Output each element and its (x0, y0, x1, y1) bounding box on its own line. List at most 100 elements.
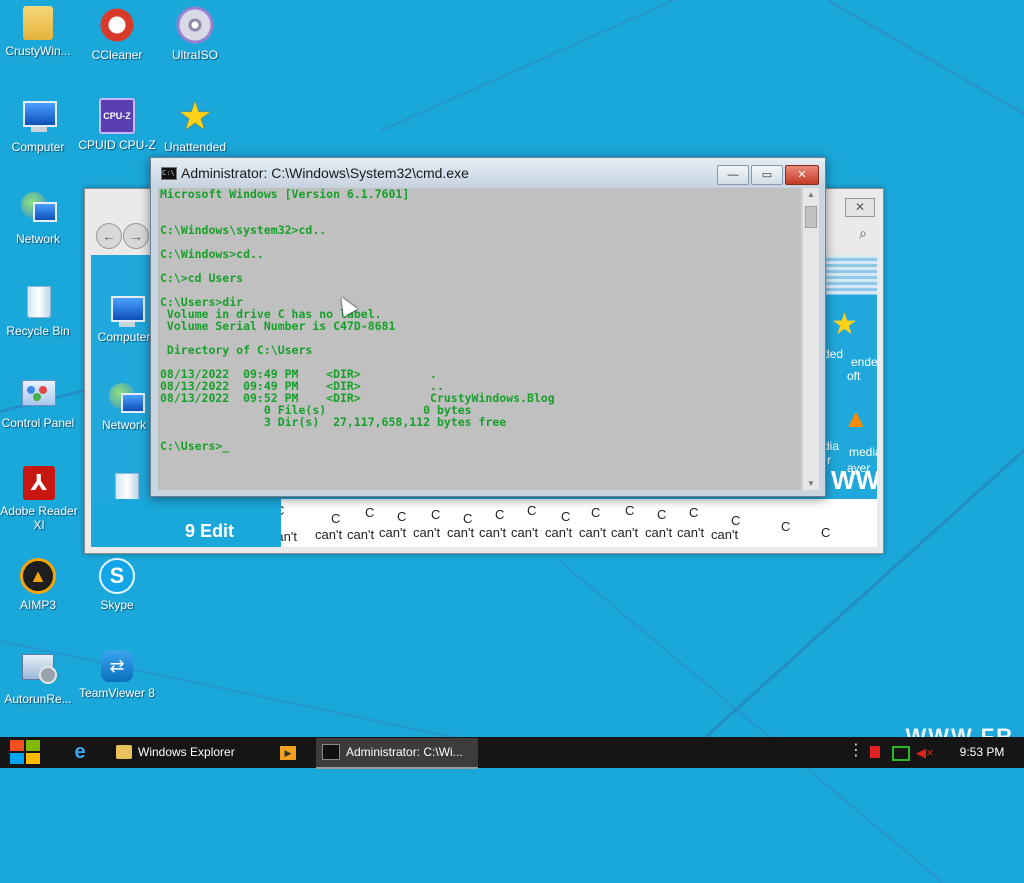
taskbar: e Windows Explorer ▶ Administrator: C:\W… (0, 737, 1024, 768)
console-output[interactable]: Microsoft Windows [Version 6.1.7601] C:\… (158, 188, 801, 490)
glitch-text: can't (579, 525, 606, 540)
desktop-icon-label: AIMP3 (0, 598, 79, 612)
desktop-icon-ccleaner[interactable]: CCleaner (76, 6, 158, 62)
desktop-icon-teamviewer[interactable]: ⇄ TeamViewer 8 (76, 650, 158, 700)
glitch-text: C (463, 511, 472, 526)
cmd-icon (322, 744, 340, 760)
glitch-text: can't (379, 525, 406, 540)
explorer-icon-label: ded (823, 347, 843, 361)
tray-overflow-icon[interactable]: ⋮ (848, 743, 864, 759)
forward-button[interactable]: → (123, 223, 149, 249)
glitch-text: can't (677, 525, 704, 540)
scroll-up-icon[interactable]: ▲ (803, 190, 819, 199)
desktop-icon-adobe-reader[interactable]: ⅄ Adobe Reader XI (0, 466, 81, 532)
network-tray-icon[interactable] (892, 746, 910, 761)
internet-explorer-icon[interactable]: e (68, 738, 92, 767)
minimize-button[interactable]: — (717, 165, 749, 185)
desktop-icon-label: CrustyWin... (0, 44, 79, 58)
maximize-button[interactable]: ▭ (751, 165, 783, 185)
desktop-icon-label: CCleaner (76, 48, 158, 62)
taskbar-item-label: Windows Explorer (138, 745, 235, 759)
close-button[interactable]: ✕ (785, 165, 819, 185)
cmd-window[interactable]: C:\ Administrator: C:\Windows\System32\c… (150, 157, 826, 497)
desktop-icon-network[interactable]: Network (0, 190, 79, 246)
desktop-icon-label: UltraISO (154, 48, 236, 62)
vertical-scrollbar[interactable]: ▲ ▼ (802, 188, 819, 490)
recycle-bin-icon (19, 282, 57, 320)
console-text: Microsoft Windows [Version 6.1.7601] C:\… (158, 188, 801, 452)
desktop-icon-recycle-bin[interactable]: Recycle Bin (0, 282, 79, 338)
desktop-icon-label: Skype (76, 598, 158, 612)
explorer-icon-label: ende (851, 355, 877, 369)
desktop-icon-computer[interactable]: Computer (0, 98, 79, 154)
desktop-icon-label: Recycle Bin (0, 324, 79, 338)
glitch-text: C (397, 509, 406, 524)
desktop-icon-label: Unattended (154, 140, 236, 154)
explorer-icon-label: Computer (91, 330, 159, 344)
computer-icon (19, 98, 57, 136)
back-button[interactable]: ← (96, 223, 122, 249)
desktop-icon-aimp3[interactable]: ▲ AIMP3 (0, 558, 79, 612)
desktop-icon-unattended[interactable]: ★ Unattended (154, 98, 236, 154)
desktop-icon-cpuz[interactable]: CPU-Z CPUID CPU-Z (76, 98, 158, 152)
desktop-icon-ultraiso[interactable]: UltraISO (154, 6, 236, 62)
desktop-icon-label: Control Panel (0, 416, 79, 430)
volume-muted-icon[interactable]: ◀× (916, 745, 934, 761)
glitch-text: C (495, 507, 504, 522)
glitch-text: can't (347, 527, 374, 542)
ccleaner-icon (98, 6, 136, 44)
wallpaper-stripe (559, 560, 943, 883)
disc-icon (176, 6, 214, 44)
wallpaper-stripe (380, 0, 1024, 132)
recycle-bin-icon (107, 469, 141, 503)
explorer-icon-label: media (849, 445, 877, 459)
scroll-down-icon[interactable]: ▼ (803, 479, 819, 488)
glitch-text: C (657, 507, 666, 522)
glitch-text: C (365, 505, 374, 520)
explorer-side-pattern (821, 255, 877, 295)
glitch-text: C (431, 507, 440, 522)
explorer-icon-network[interactable]: Network (91, 381, 159, 432)
glitch-text: can't (315, 527, 342, 542)
glitch-text: can't (545, 525, 572, 540)
pdf-icon: ⅄ (23, 466, 55, 500)
glitch-blue-text: 9 Edit (185, 521, 234, 542)
search-icon[interactable]: ⌕ (851, 225, 875, 245)
action-center-flag-icon[interactable] (870, 746, 880, 758)
glitch-text: C (527, 503, 536, 518)
glitch-text: C (821, 525, 830, 540)
cmd-titlebar[interactable]: C:\ Administrator: C:\Windows\System32\c… (151, 158, 825, 188)
glitch-text: can't (511, 525, 538, 540)
computer-icon (107, 293, 141, 327)
window-title: Administrator: C:\Windows\System32\cmd.e… (181, 165, 469, 181)
glitch-text: C (331, 511, 340, 526)
explorer-icon-label: oft (847, 369, 860, 383)
desktop-icon-label: AutorunRe... (0, 692, 79, 706)
explorer-close-button[interactable]: ✕ (845, 198, 875, 217)
taskbar-item-explorer[interactable]: Windows Explorer (110, 738, 266, 767)
scroll-thumb[interactable] (805, 206, 817, 228)
desktop-icon-label: CPUID CPU-Z (76, 138, 158, 152)
windows-logo-icon (26, 740, 40, 751)
network-icon (19, 190, 57, 228)
desktop-icon-label: TeamViewer 8 (76, 686, 158, 700)
clock[interactable]: 9:53 PM (952, 737, 1012, 768)
glitch-text: C (625, 503, 634, 518)
desktop-icon-skype[interactable]: S Skype (76, 558, 158, 612)
start-button[interactable] (10, 740, 42, 766)
glitch-text: C (781, 519, 790, 534)
media-player-icon[interactable]: ▶ (276, 738, 300, 767)
desktop-icon-label: Computer (0, 140, 79, 154)
wallpaper-stripe (829, 0, 1024, 133)
taskbar-item-cmd[interactable]: Administrator: C:\Wi... (316, 738, 478, 769)
glitch-text: C (689, 505, 698, 520)
desktop-icon-crustywin[interactable]: CrustyWin... (0, 6, 79, 58)
glitch-text: can't (611, 525, 638, 540)
glitch-blue-block: 9 Edit (91, 499, 281, 547)
desktop-icon-autorun[interactable]: AutorunRe... (0, 650, 79, 706)
explorer-icon-computer[interactable]: Computer (91, 293, 159, 344)
desktop-icon-control-panel[interactable]: Control Panel (0, 374, 79, 430)
windows-logo-icon (10, 753, 24, 764)
windows-logo-icon (26, 753, 40, 764)
folder-icon (116, 745, 132, 759)
